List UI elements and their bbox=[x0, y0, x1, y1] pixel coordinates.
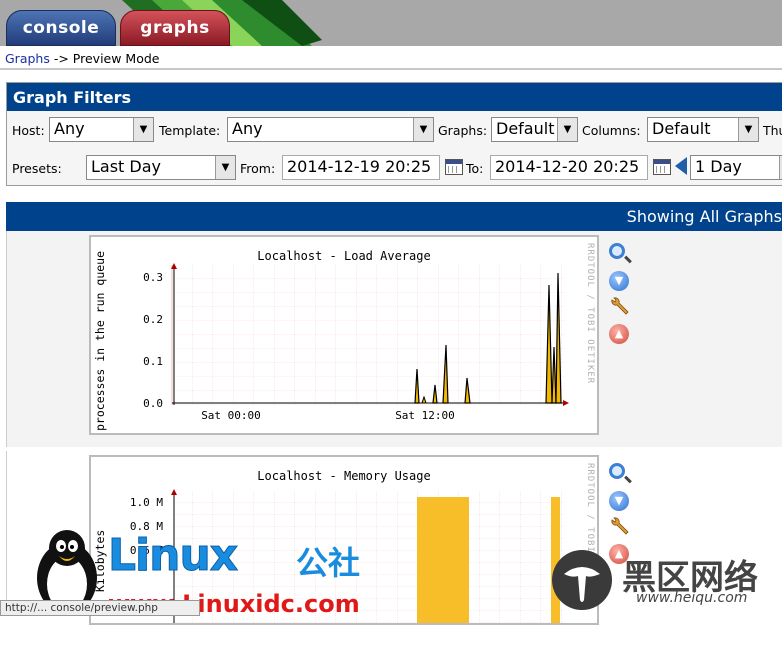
calendar-icon[interactable] bbox=[445, 159, 463, 175]
timespan-shift-value: 1 Day bbox=[695, 157, 742, 176]
watermark-brand: Linux bbox=[107, 530, 238, 582]
template-select-value: Any bbox=[232, 119, 263, 138]
showing-all-graphs-header: Showing All Graphs bbox=[6, 202, 782, 231]
presets-select-value: Last Day bbox=[91, 157, 162, 176]
chevron-down-icon: ▼ bbox=[738, 118, 758, 141]
columns-select[interactable]: Default ▼ bbox=[647, 117, 759, 142]
x-tick: Sat 12:00 bbox=[395, 409, 455, 422]
load-average-graph[interactable]: Localhost - Load Average processes in th… bbox=[89, 235, 599, 435]
shift-left-icon[interactable] bbox=[675, 157, 687, 175]
breadcrumb-separator: -> bbox=[49, 51, 73, 66]
heiqu-logo bbox=[552, 550, 612, 610]
move-up-icon[interactable]: ▲ bbox=[609, 324, 629, 344]
browser-status-bar: http://... console/preview.php bbox=[0, 600, 200, 616]
zoom-icon[interactable] bbox=[609, 243, 625, 259]
chevron-down-icon: ▼ bbox=[557, 118, 577, 141]
y-tick: 0.2 bbox=[143, 313, 163, 326]
graph-filters-title: Graph Filters bbox=[7, 83, 782, 111]
thumbnails-label: Thu bbox=[763, 123, 782, 138]
graphs-select-value: Default bbox=[496, 119, 555, 138]
move-down-icon[interactable]: ▼ bbox=[609, 491, 629, 511]
chevron-down-icon: ▼ bbox=[215, 156, 235, 179]
zoom-icon[interactable] bbox=[609, 463, 625, 479]
graphs-label: Graphs: bbox=[438, 123, 488, 138]
breadcrumb-graphs-link[interactable]: Graphs bbox=[5, 51, 50, 66]
from-date-input[interactable]: 2014-12-19 20:25 bbox=[282, 155, 440, 180]
chevron-down-icon: ▼ bbox=[413, 118, 433, 141]
host-select-value: Any bbox=[54, 119, 85, 138]
wrench-icon[interactable] bbox=[609, 297, 629, 317]
y-tick: 0.3 bbox=[143, 271, 163, 284]
timespan-shift-select[interactable]: 1 Day▼ bbox=[690, 155, 782, 180]
chevron-down-icon: ▼ bbox=[133, 118, 153, 141]
template-label: Template: bbox=[159, 123, 221, 138]
tab-console[interactable]: console bbox=[6, 10, 116, 46]
columns-select-value: Default bbox=[652, 119, 711, 138]
template-select[interactable]: Any ▼ bbox=[227, 117, 434, 142]
graph-filters-panel: Graph Filters Host: Any ▼ Template: Any ▼ … bbox=[6, 82, 782, 186]
graphs-select[interactable]: Default ▼ bbox=[491, 117, 578, 142]
move-down-icon[interactable]: ▼ bbox=[609, 271, 629, 291]
y-tick: 1.0 M bbox=[130, 496, 163, 509]
breadcrumb-current: Preview Mode bbox=[72, 51, 160, 66]
host-label: Host: bbox=[12, 123, 45, 138]
breadcrumb: Graphs -> Preview Mode bbox=[0, 46, 782, 70]
presets-label: Presets: bbox=[12, 161, 62, 176]
y-tick: 0.1 bbox=[143, 355, 163, 368]
y-tick: 0.0 bbox=[143, 397, 163, 410]
load-average-plot: 0.3 0.2 0.1 0.0 Sat 00:00 Sat 12:00 bbox=[143, 263, 569, 422]
host-select[interactable]: Any ▼ bbox=[49, 117, 154, 142]
graph-row: Localhost - Load Average processes in th… bbox=[6, 231, 782, 447]
presets-select[interactable]: Last Day ▼ bbox=[86, 155, 236, 180]
columns-label: Columns: bbox=[582, 123, 641, 138]
tab-graphs[interactable]: graphs bbox=[120, 10, 230, 46]
watermark-heiqu-url: www.heiqu.com bbox=[636, 590, 748, 606]
watermark-brand-cn: 公社 bbox=[296, 544, 361, 582]
x-tick: Sat 00:00 bbox=[201, 409, 261, 422]
calendar-icon[interactable] bbox=[653, 159, 671, 175]
to-label: To: bbox=[466, 161, 484, 176]
from-label: From: bbox=[240, 161, 276, 176]
top-banner: console graphs bbox=[0, 0, 782, 46]
to-date-input[interactable]: 2014-12-20 20:25 bbox=[490, 155, 648, 180]
